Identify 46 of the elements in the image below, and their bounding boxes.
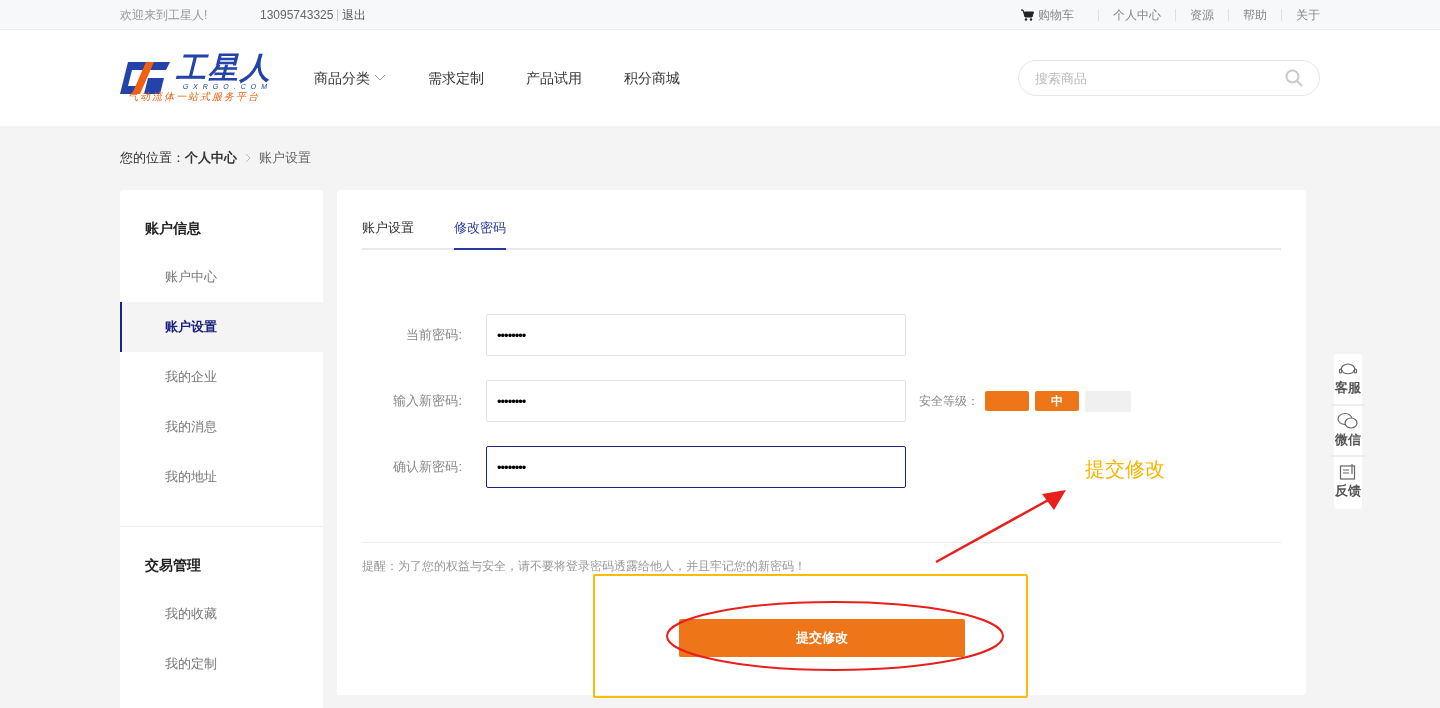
sidebar-item[interactable]: 账户中心 — [120, 252, 323, 302]
logo-name: 工星人 — [176, 53, 272, 83]
password-field[interactable]: •••••••• — [486, 314, 906, 356]
chat-bubbles-icon — [1337, 411, 1359, 430]
side-widget-link[interactable]: 反馈 — [1334, 463, 1362, 501]
cart-link[interactable]: 购物车 — [1021, 5, 1084, 24]
top-link[interactable]: 资源 — [1190, 5, 1214, 24]
field-label: 当前密码: — [405, 326, 462, 345]
side-widget-link[interactable]: 客服 — [1334, 362, 1362, 398]
tab[interactable]: 账户设置 — [362, 218, 414, 250]
field-label: 输入新密码: — [392, 392, 462, 411]
breadcrumb-link[interactable]: 个人中心 — [185, 148, 237, 168]
sidebar-heading: 账户信息 — [144, 218, 202, 238]
nav-link[interactable]: 商品分类 — [314, 67, 386, 89]
notepad-icon — [1339, 463, 1357, 481]
annotation-text: 提交修改 — [1085, 457, 1165, 482]
welcome-text: 欢迎来到工星人! — [120, 6, 209, 24]
search-icon — [1285, 69, 1303, 87]
top-link[interactable]: 个人中心 — [1113, 5, 1161, 24]
strength-label: 安全等级： — [919, 393, 979, 410]
sidebar-item[interactable]: 我的收藏 — [120, 589, 323, 639]
sidebar-item[interactable]: 我的消息 — [120, 402, 323, 452]
password-field[interactable]: •••••••• — [486, 446, 906, 488]
field-label: 确认新密码: — [392, 458, 462, 477]
nav-link[interactable]: 产品试用 — [526, 67, 582, 89]
sidebar-item[interactable]: 我的定制 — [120, 639, 323, 689]
strength-segment: 中 — [1035, 390, 1079, 411]
logout-link[interactable]: 退出 — [342, 5, 367, 24]
breadcrumb-prefix: 您的位置： — [120, 149, 185, 168]
chevron-right-icon — [245, 153, 251, 163]
top-link[interactable]: 帮助 — [1243, 5, 1267, 24]
phone-number: 13095743325 — [260, 6, 334, 24]
search-field[interactable]: 搜索商品 — [1018, 60, 1320, 96]
nav-link[interactable]: 积分商城 — [624, 67, 680, 89]
cart-icon — [1021, 8, 1034, 21]
sidebar-item[interactable]: 我的地址 — [120, 452, 323, 502]
sidebar-item[interactable]: 账户设置 — [120, 302, 323, 352]
nav-link[interactable]: 需求定制 — [428, 67, 484, 89]
top-link[interactable]: 关于 — [1296, 5, 1320, 24]
sidebar-item[interactable]: 我的企业 — [120, 352, 323, 402]
side-widget-link[interactable]: 微信 — [1334, 411, 1362, 449]
password-field[interactable]: •••••••• — [486, 380, 906, 422]
hint-text: 提醒：为了您的权益与安全，请不要将登录密码透露给他人，并且牢记您的新密码！ — [362, 558, 807, 575]
breadcrumb-current: 账户设置 — [259, 149, 311, 168]
tab[interactable]: 修改密码 — [454, 218, 506, 250]
sidebar-heading: 交易管理 — [144, 555, 202, 575]
